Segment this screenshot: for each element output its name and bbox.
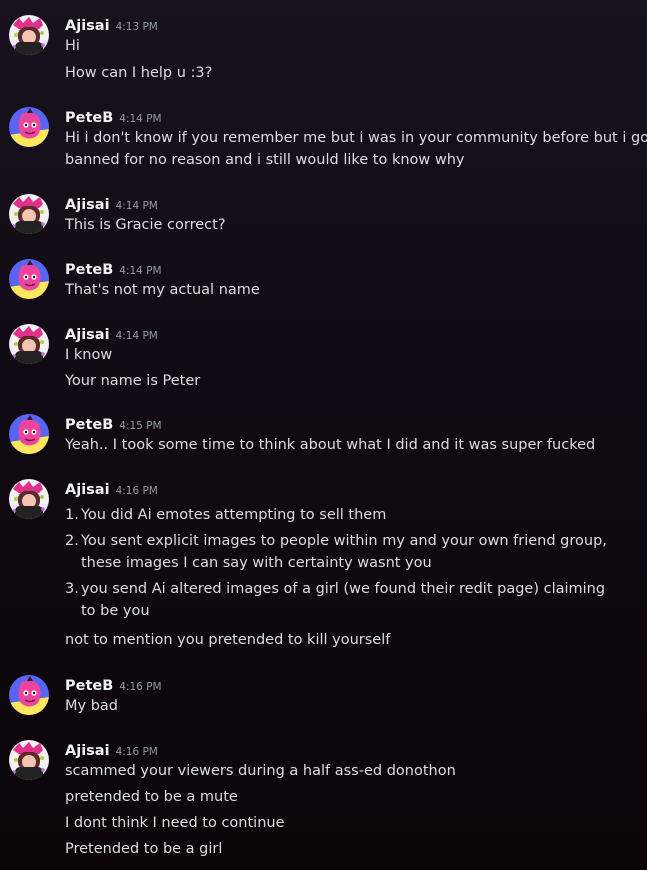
message-list: Ajisai 4:13 PM Hi How can I help u :3? Pe… [0, 0, 647, 870]
author-name[interactable]: Ajisai [65, 18, 110, 34]
author-name[interactable]: Ajisai [65, 482, 110, 498]
message-text: Pretended to be a girl [65, 841, 223, 857]
timestamp: 4:16 PM [115, 746, 158, 758]
timestamp: 4:16 PM [115, 485, 158, 497]
author-name[interactable]: Ajisai [65, 743, 110, 759]
avatar[interactable] [9, 259, 49, 299]
timestamp: 4:14 PM [115, 330, 158, 342]
timestamp: 4:13 PM [115, 21, 158, 33]
avatar[interactable] [9, 107, 49, 147]
message-text: This is Gracie correct? [65, 217, 226, 233]
message-text: That's not my actual name [65, 282, 260, 298]
author-name[interactable]: PeteB [65, 417, 113, 433]
avatar[interactable] [9, 740, 49, 780]
message-header: Ajisai 4:16 PM [65, 479, 158, 499]
avatar[interactable] [9, 675, 49, 715]
message-text: I know [65, 347, 113, 363]
author-name[interactable]: Ajisai [65, 327, 110, 343]
message-text: My bad [65, 698, 118, 714]
author-name[interactable]: Ajisai [65, 197, 110, 213]
author-name[interactable]: PeteB [65, 110, 113, 126]
message-header: Ajisai 4:14 PM [65, 194, 158, 214]
timestamp: 4:14 PM [119, 265, 162, 277]
message-text: Your name is Peter [65, 373, 201, 389]
message-header: PeteB 4:15 PM [65, 414, 162, 434]
timestamp: 4:15 PM [119, 420, 162, 432]
message-text: Hi i don't know if you remember me but i… [65, 130, 647, 146]
message-header: Ajisai 4:13 PM [65, 15, 158, 35]
list-number: 1. [65, 507, 79, 523]
avatar[interactable] [9, 15, 49, 55]
author-name[interactable]: PeteB [65, 678, 113, 694]
message-header: PeteB 4:14 PM [65, 259, 162, 279]
message-text: Hi [65, 38, 80, 54]
list-text: you send Ai altered images of a girl (we… [81, 581, 606, 619]
message-header: Ajisai 4:16 PM [65, 740, 158, 760]
avatar[interactable] [9, 324, 49, 364]
message-text: scammed your viewers during a half ass-e… [65, 763, 456, 779]
avatar[interactable] [9, 194, 49, 234]
list-number: 3. [65, 581, 79, 597]
list-text: You did Ai emotes attempting to sell the… [81, 507, 387, 523]
avatar[interactable] [9, 414, 49, 454]
message-text: pretended to be a mute [65, 789, 238, 805]
message-header: PeteB 4:16 PM [65, 675, 162, 695]
author-name[interactable]: PeteB [65, 262, 113, 278]
list-text: You sent explicit images to people withi… [81, 533, 607, 571]
list-number: 2. [65, 533, 79, 549]
message-text: How can I help u :3? [65, 65, 213, 81]
timestamp: 4:14 PM [119, 113, 162, 125]
timestamp: 4:16 PM [119, 681, 162, 693]
avatar[interactable] [9, 479, 49, 519]
message-text: Yeah.. I took some time to think about w… [65, 437, 596, 453]
message-header: PeteB 4:14 PM [65, 107, 162, 127]
message-header: Ajisai 4:14 PM [65, 324, 158, 344]
message-text: banned for no reason and i still would l… [65, 152, 465, 168]
message-text: not to mention you pretended to kill you… [65, 632, 391, 648]
timestamp: 4:14 PM [115, 200, 158, 212]
message-text: I dont think I need to continue [65, 815, 285, 831]
